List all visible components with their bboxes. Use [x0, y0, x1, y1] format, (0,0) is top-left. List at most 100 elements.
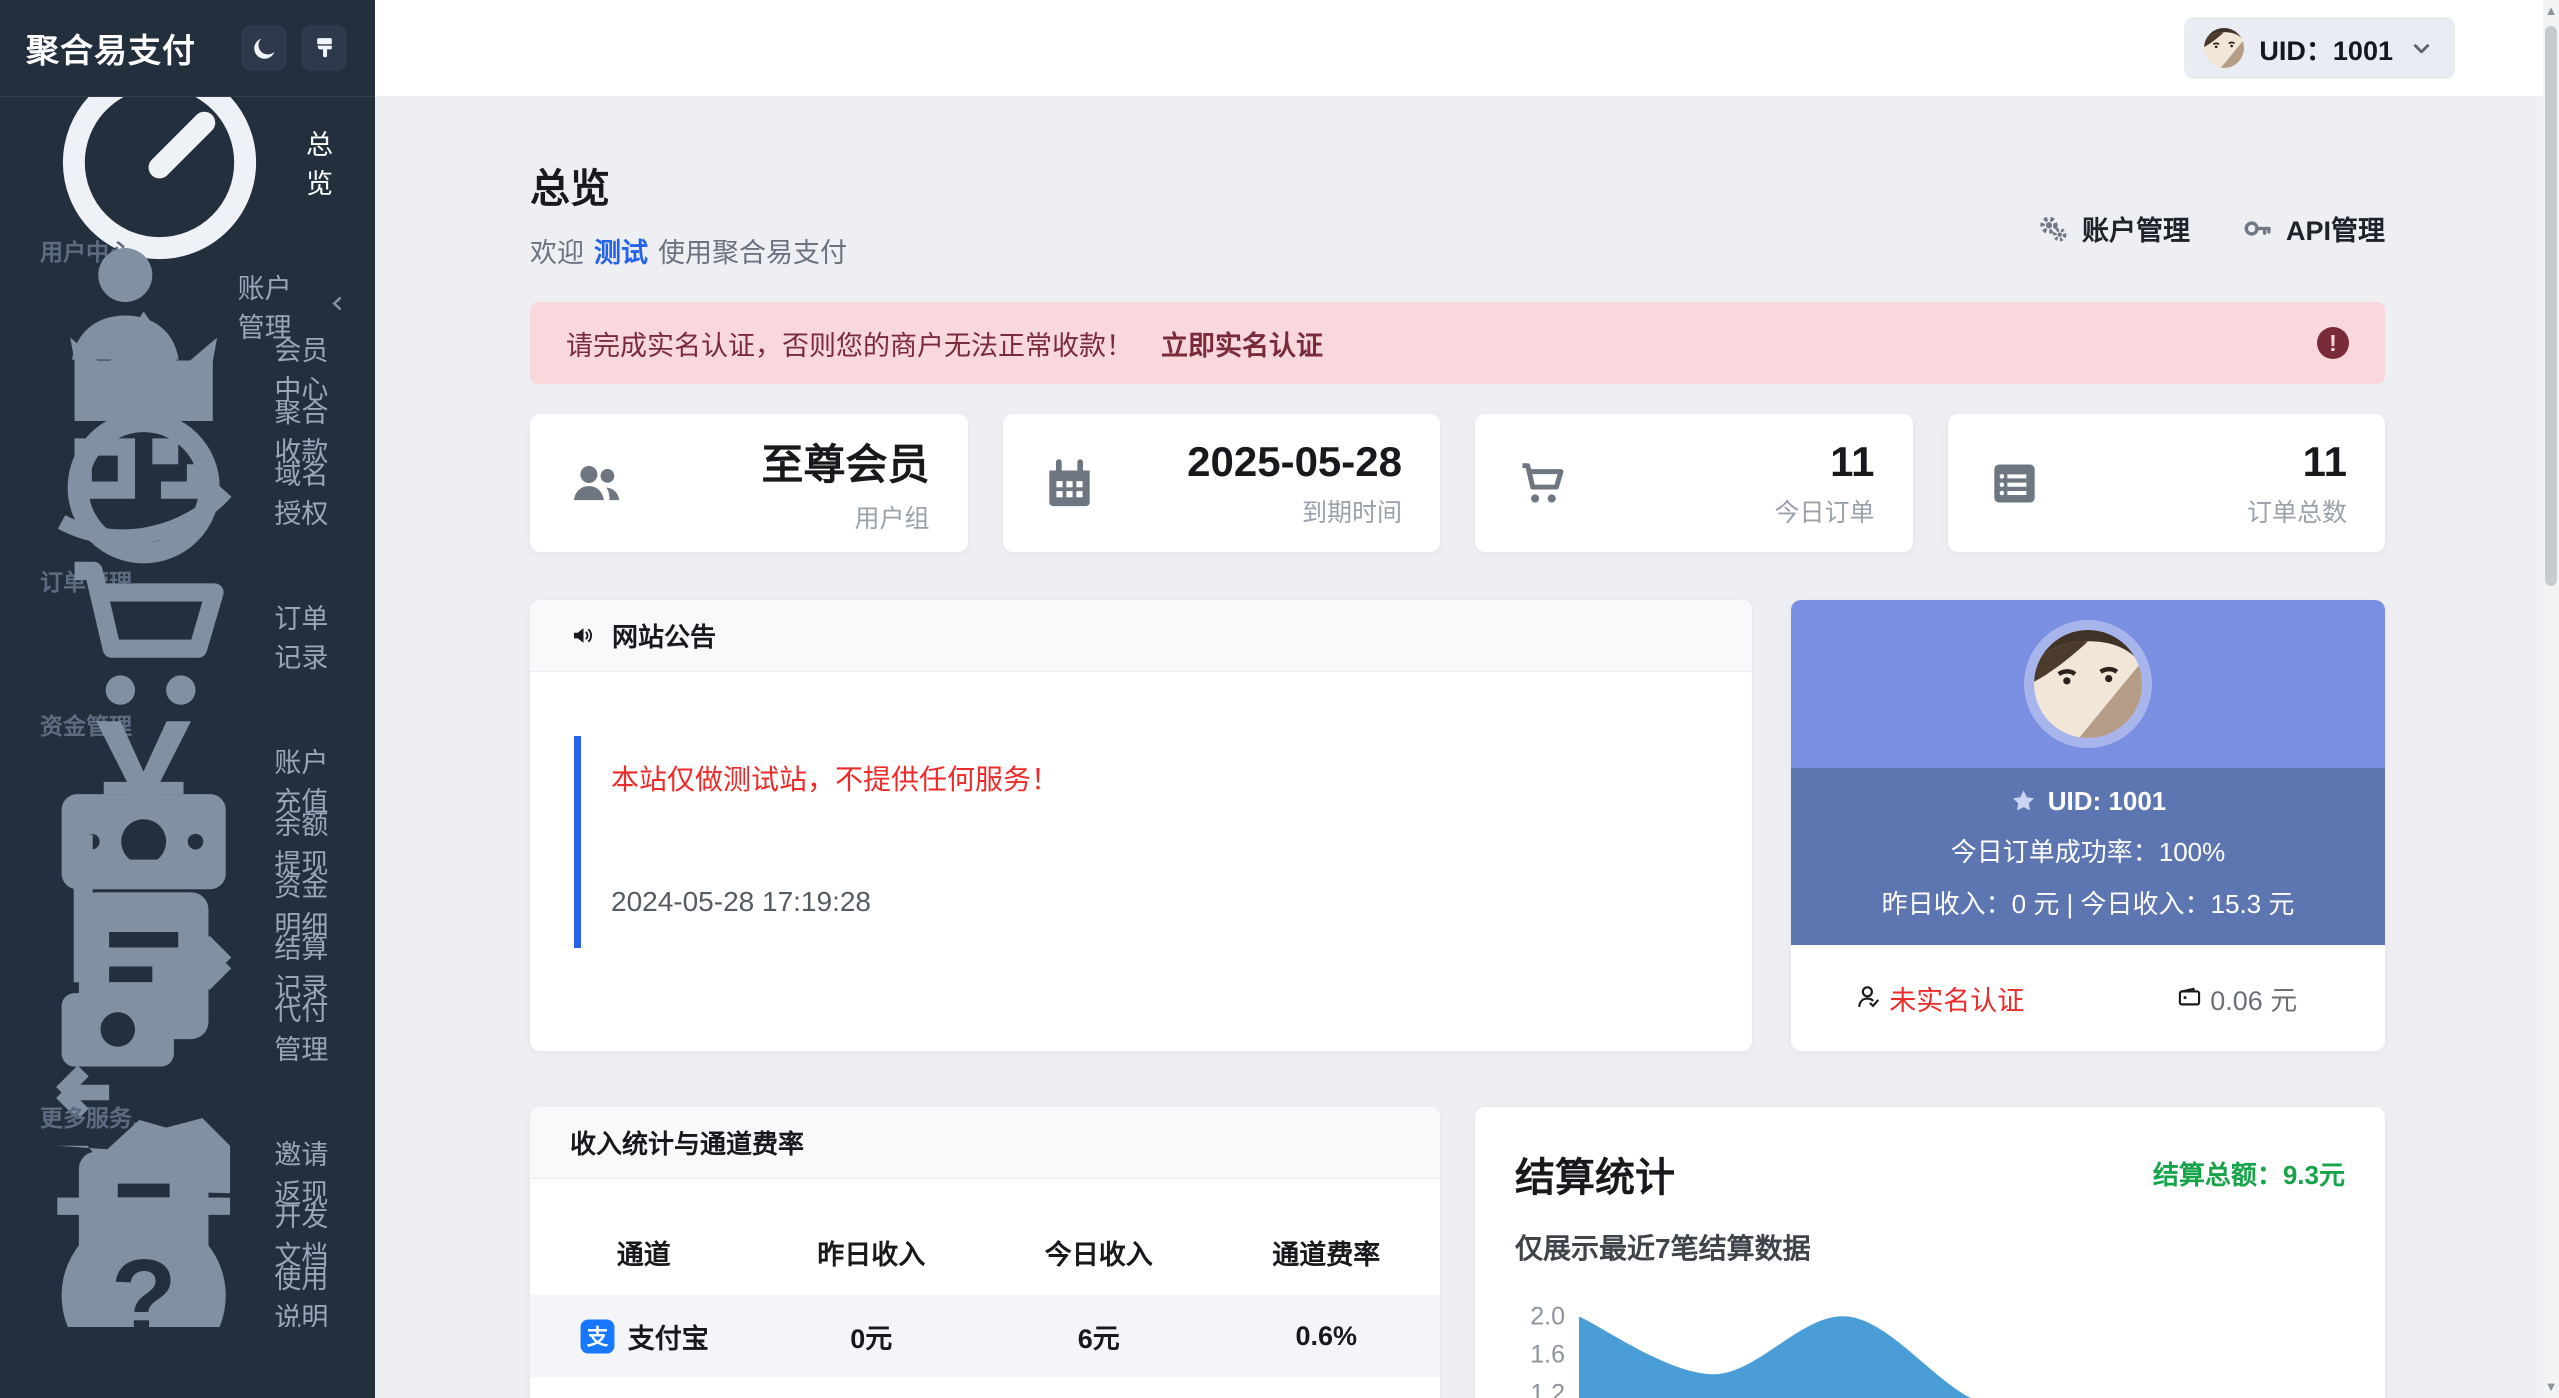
sidebar-item-label: 总览 — [306, 123, 349, 201]
balance-block[interactable]: 0.06 元 — [2088, 979, 2385, 1018]
channel-rate: 0.6% — [1213, 1321, 1441, 1352]
bottom-row: 收入统计与通道费率 通道昨日收入今日收入通道费率 支支付宝0元6元0.6%微信支… — [530, 1107, 2385, 1398]
y-axis-tick: 1.2 — [1515, 1379, 1565, 1398]
income-card-title: 收入统计与通道费率 — [570, 1124, 804, 1161]
balance-value: 0.06 元 — [2210, 986, 2297, 1016]
verify-status: 未实名认证 — [1889, 986, 2024, 1016]
stat-label: 用户组 — [761, 499, 929, 535]
verify-alert: 请完成实名认证，否则您的商户无法正常收款！ 立即实名认证 ! — [530, 302, 2385, 384]
table-header-row: 通道昨日收入今日收入通道费率 — [530, 1209, 1440, 1295]
user-menu[interactable]: UID：1001 — [2184, 17, 2455, 79]
sidebar-item-gauge[interactable]: 总览 — [0, 131, 375, 193]
main-area: UID：1001 总览 欢迎测试使用聚合易支付 账户管理 API管理 请完成实名认… — [375, 0, 2559, 1398]
speaker-icon — [570, 622, 597, 649]
moon-icon — [251, 35, 278, 62]
announcement-quote: 本站仅做测试站，不提供任何服务！ 2024-05-28 17:19:28 — [574, 736, 1708, 948]
dark-mode-button[interactable] — [241, 25, 287, 71]
sidebar-header: 聚合易支付 — [0, 0, 375, 96]
sidebar-item-label: 代付管理 — [274, 989, 349, 1067]
scrollbar-down-arrow[interactable]: ▼ — [2543, 1378, 2559, 1396]
stat-label: 到期时间 — [1187, 493, 1402, 529]
area-chart — [1579, 1303, 2385, 1398]
stat-value: 至尊会员 — [761, 431, 929, 492]
middle-row: 网站公告 本站仅做测试站，不提供任何服务！ 2024-05-28 17:19:2… — [530, 600, 2385, 1051]
sidebar-item-cart[interactable]: 订单记录 — [0, 605, 375, 667]
stat-value: 11 — [2247, 438, 2347, 486]
settlement-title: 结算统计 — [1515, 1145, 1675, 1203]
y-axis-tick: 1.6 — [1515, 1341, 1565, 1370]
avatar-large — [2034, 630, 2142, 738]
announcement-card: 网站公告 本站仅做测试站，不提供任何服务！ 2024-05-28 17:19:2… — [530, 600, 1752, 1051]
profile-income: 昨日收入：0 元 | 今日收入：15.3 元 — [1791, 884, 2385, 921]
sidebar-item-globe[interactable]: 域名授权 — [0, 461, 375, 523]
profile-uid: UID: 1001 — [1791, 786, 2385, 817]
y-axis-tick: 2.0 — [1515, 1302, 1565, 1331]
profile-success-rate: 今日订单成功率：100% — [1791, 832, 2385, 869]
quick-link-key[interactable]: API管理 — [2242, 186, 2385, 270]
scrollbar-thumb[interactable] — [2545, 26, 2557, 586]
profile-footer: 未实名认证 0.06 元 — [1791, 945, 2385, 1051]
stat-cards: 至尊会员用户组 2025-05-28 到期时间 11 今日订单 11订单总数 — [530, 414, 2385, 552]
page-title: 总览 — [530, 156, 847, 214]
verify-now-link[interactable]: 立即实名认证 — [1161, 324, 1323, 363]
listicon-icon — [1986, 455, 2043, 512]
brush-icon — [311, 35, 338, 62]
username: 测试 — [594, 238, 648, 268]
income-card: 收入统计与通道费率 通道昨日收入今日收入通道费率 支支付宝0元6元0.6%微信支… — [530, 1107, 1440, 1398]
quick-links: 账户管理 API管理 — [2038, 186, 2385, 270]
sidebar-item-question[interactable]: ?使用说明 — [0, 1265, 375, 1327]
column-header: 昨日收入 — [758, 1233, 986, 1272]
sidebar-item-label: 订单记录 — [274, 597, 349, 675]
scrollbar: ▲ ▼ — [2543, 0, 2559, 1398]
stat-card: 11 今日订单 — [1475, 414, 1913, 552]
chevron-left-icon — [326, 291, 349, 322]
alert-text: 请完成实名认证，否则您的商户无法正常收款！ — [566, 324, 1133, 363]
user-menu-label: UID：1001 — [2259, 29, 2393, 68]
topbar: UID：1001 — [375, 0, 2559, 96]
stat-value: 11 — [1774, 438, 1874, 486]
verify-status-block[interactable]: 未实名认证 — [1791, 979, 2088, 1018]
announcement-card-header: 网站公告 — [530, 600, 1752, 672]
income-table: 通道昨日收入今日收入通道费率 支支付宝0元6元0.6%微信支付0元9.3元0.6… — [530, 1179, 1440, 1398]
exclamation-icon: ! — [2317, 327, 2349, 359]
sidebar-item-label: 域名授权 — [274, 453, 349, 531]
announcement-time: 2024-05-28 17:19:28 — [611, 886, 1708, 918]
stat-label: 今日订单 — [1774, 493, 1874, 529]
sidebar-item-label: 使用说明 — [274, 1257, 349, 1327]
sidebar-header-buttons — [241, 25, 347, 71]
stat-card: 11订单总数 — [1948, 414, 2386, 552]
table-row: 支支付宝0元6元0.6% — [530, 1295, 1440, 1377]
announcement-content: 本站仅做测试站，不提供任何服务！ — [611, 758, 1708, 798]
theme-button[interactable] — [301, 25, 347, 71]
sidebar-item-transfer[interactable]: 代付管理 — [0, 997, 375, 1059]
settlement-subtitle: 仅展示最近7笔结算数据 — [1515, 1227, 2385, 1267]
app-logo: 聚合易支付 — [26, 24, 196, 72]
svg-text:支: 支 — [586, 1324, 608, 1349]
settlement-header: 结算统计 结算总额：9.3元 — [1515, 1145, 2385, 1203]
table-row: 微信支付0元9.3元0.6% — [530, 1377, 1440, 1398]
page-content: 总览 欢迎测试使用聚合易支付 账户管理 API管理 请完成实名认证，否则您的商户无… — [530, 96, 2385, 1398]
column-header: 通道 — [530, 1233, 758, 1272]
scrollbar-up-arrow[interactable]: ▲ — [2543, 2, 2559, 20]
chevron-down-icon — [2408, 35, 2435, 62]
quick-link-gears[interactable]: 账户管理 — [2038, 186, 2190, 270]
profile-banner — [1791, 600, 2385, 768]
person-check-icon — [1855, 983, 1882, 1010]
cart-icon — [1513, 455, 1570, 512]
star-icon — [2010, 788, 2037, 815]
stat-card: 至尊会员用户组 — [530, 414, 968, 552]
svg-text:?: ? — [111, 1237, 177, 1327]
column-header: 通道费率 — [1213, 1233, 1441, 1272]
announcement-title: 网站公告 — [612, 617, 716, 654]
stat-value: 2025-05-28 — [1187, 438, 1402, 486]
table-body: 支支付宝0元6元0.6%微信支付0元9.3元0.6% — [530, 1295, 1440, 1398]
settlement-card: 结算统计 结算总额：9.3元 仅展示最近7笔结算数据 2.01.61.20.80… — [1475, 1107, 2385, 1398]
profile-card: UID: 1001 今日订单成功率：100% 昨日收入：0 元 | 今日收入：1… — [1791, 600, 2385, 1051]
profile-stats: UID: 1001 今日订单成功率：100% 昨日收入：0 元 | 今日收入：1… — [1791, 768, 2385, 945]
sidebar-nav: 总览用户中心账户管理会员中心聚合收款域名授权订单管理订单记录资金管理¥账户充值余… — [0, 96, 375, 1327]
question-icon: ? — [40, 1192, 247, 1327]
app-root: 聚合易支付 总览用户中心账户管理会员中心聚合收款域名授权订单管理订单记录资金管理… — [0, 0, 2559, 1398]
settlement-total: 结算总额：9.3元 — [2153, 1155, 2345, 1192]
welcome-text: 欢迎测试使用聚合易支付 — [530, 231, 847, 270]
yesterday-income: 0元 — [758, 1317, 986, 1356]
